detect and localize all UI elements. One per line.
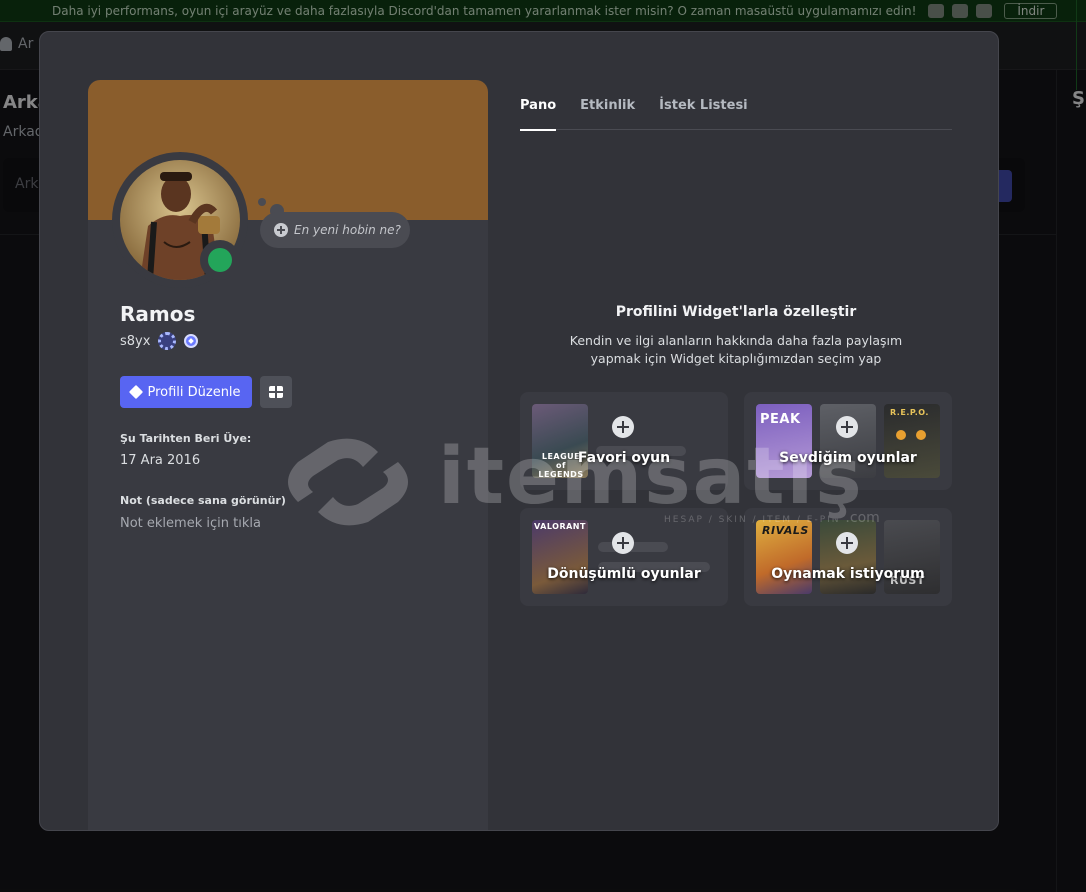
pencil-icon	[129, 384, 144, 400]
game-thumbnail-title: VALORANT	[534, 522, 586, 531]
edit-profile-button[interactable]: Profili Düzenle	[120, 376, 252, 408]
widget-liked-games[interactable]: PEAK R.E.P.O. Sevdiğim oyunlar	[744, 392, 952, 490]
member-since-label: Şu Tarihten Beri Üye:	[120, 432, 252, 445]
display-name: Ramos	[120, 302, 196, 326]
game-thumbnail-title: PEAK	[760, 412, 801, 427]
hobby-placeholder: En yeni hobin ne?	[294, 223, 401, 237]
status-frame	[200, 240, 240, 280]
edit-profile-label: Profili Düzenle	[147, 384, 241, 400]
widget-label: Dönüşümlü oyunlar	[547, 566, 701, 582]
widget-label: Favori oyun	[577, 450, 671, 466]
tab-etkinlik[interactable]: Etkinlik	[580, 98, 635, 130]
thought-bubble-dot	[258, 198, 266, 206]
game-thumbnail-title: RIVALS	[762, 524, 809, 537]
game-thumbnail: R.E.P.O.	[884, 404, 940, 478]
game-thumbnail-title: R.E.P.O.	[890, 408, 929, 417]
widget-label: Oynamak istiyorum	[771, 566, 925, 582]
gift-button[interactable]	[260, 376, 292, 408]
add-widget-icon	[612, 532, 634, 554]
profile-tabs: Pano Etkinlik İstek Listesi	[520, 98, 952, 131]
nitro-badge-icon[interactable]	[158, 332, 177, 350]
widget-rotating-games[interactable]: VALORANT Dönüşümlü oyunlar	[520, 508, 728, 606]
tab-pano[interactable]: Pano	[520, 98, 557, 131]
widgets-description: Kendin ve ilgi alanların hakkında daha f…	[569, 333, 903, 366]
gift-icon	[269, 386, 283, 398]
add-widget-icon	[612, 416, 634, 438]
online-status-icon	[208, 248, 232, 272]
plus-circle-icon	[274, 223, 288, 237]
note-input[interactable]: Not eklemek için tıkla	[120, 516, 460, 531]
widget-favorite-game[interactable]: LEAGUE of LEGENDS Favori oyun	[520, 392, 728, 490]
game-thumbnail: VALORANT	[532, 520, 588, 594]
tab-istek-listesi[interactable]: İstek Listesi	[659, 98, 747, 130]
add-widget-icon	[836, 532, 858, 554]
game-thumbnail: PEAK	[756, 404, 812, 478]
widgets-title: Profilini Widget'larla özelleştir	[615, 304, 857, 320]
game-thumbnail: RUST	[884, 520, 940, 594]
username-row: s8yx	[120, 332, 199, 350]
add-widget-icon	[836, 416, 858, 438]
hobby-bubble[interactable]: En yeni hobin ne?	[260, 212, 410, 248]
server-boost-badge-icon[interactable]	[184, 334, 199, 348]
profile-card: En yeni hobin ne? Ramos s8yx Profili Düz…	[88, 80, 488, 830]
username: s8yx	[120, 333, 151, 349]
note-label: Not (sadece sana görünür)	[120, 494, 286, 507]
member-since-value: 17 Ara 2016	[120, 453, 201, 468]
widget-label: Sevdiğim oyunlar	[779, 450, 917, 466]
game-thumbnail: LEAGUE of LEGENDS	[532, 404, 588, 478]
profile-modal: En yeni hobin ne? Ramos s8yx Profili Düz…	[39, 31, 999, 831]
game-thumbnail: RIVALS	[756, 520, 812, 594]
widget-want-to-play[interactable]: RIVALS RUST Oynamak istiyorum	[744, 508, 952, 606]
